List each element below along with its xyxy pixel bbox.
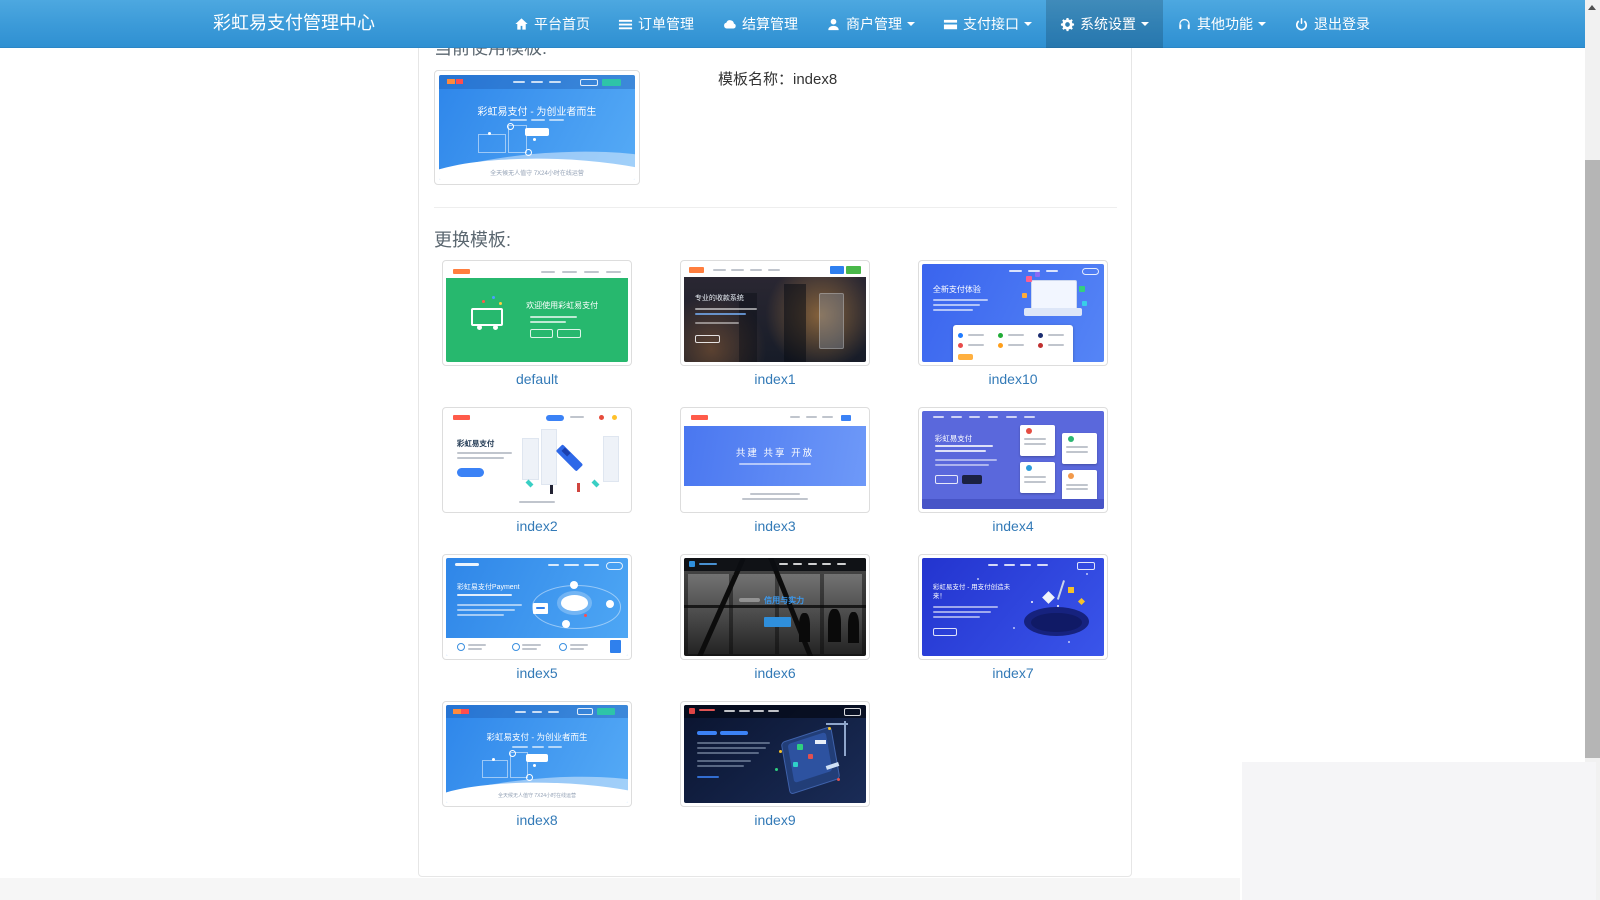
nav-item-payment-api[interactable]: 支付接口	[929, 0, 1046, 48]
template-thumbnail-index8[interactable]: 彩虹易支付 - 为创业者而生 全天候无人值守 7X24小时在线运营	[442, 701, 632, 807]
preview-footer-text: 全天候无人值守 7X24小时在线运营	[439, 168, 635, 177]
template-link-index7[interactable]: index7	[894, 665, 1132, 681]
nav-item-system-settings[interactable]: 系统设置	[1046, 0, 1163, 48]
nav-item-home[interactable]: 平台首页	[500, 0, 604, 48]
nav-item-orders[interactable]: 订单管理	[604, 0, 708, 48]
template-thumbnail-index3[interactable]: 共建 共享 开放	[680, 407, 870, 513]
nav-item-settlement[interactable]: 结算管理	[708, 0, 812, 48]
power-icon	[1294, 17, 1309, 32]
template-preview-index5: 彩虹易支付Payment	[446, 558, 628, 656]
brand-title[interactable]: 彩虹易支付管理中心	[213, 0, 375, 48]
template-preview-index8: 彩虹易支付 - 为创业者而生 全天候无人值守 7X24小时在线运营	[446, 705, 628, 803]
nav-item-logout[interactable]: 退出登录	[1280, 0, 1384, 48]
template-preview-index10: 全新支付体验	[922, 264, 1104, 362]
template-preview-default: 欢迎使用彩虹易支付	[446, 264, 628, 362]
preview-footer-text: 全天候无人值守 7X24小时在线运营	[446, 792, 628, 799]
nav-item-other-functions[interactable]: 其他功能	[1163, 0, 1280, 48]
user-icon	[826, 17, 841, 32]
template-preview-index4: 彩虹易支付	[922, 411, 1104, 509]
template-cell-index2: 彩虹易支付 index2	[418, 403, 656, 550]
scroll-up-arrow-icon[interactable]	[1585, 0, 1600, 16]
gear-icon	[1060, 17, 1075, 32]
credit-card-icon	[943, 17, 958, 32]
preview-title: 彩虹易支付 - 为创业者而生	[439, 103, 635, 118]
list-icon	[618, 17, 633, 32]
template-link-index8[interactable]: index8	[418, 812, 656, 828]
template-preview-index9	[684, 705, 866, 803]
template-cell-index6: 信用与实力 index6	[656, 550, 894, 697]
template-cell-default: 欢迎使用彩虹易支付 default	[418, 256, 656, 403]
change-template-heading: 更换模板:	[434, 226, 511, 252]
top-navbar: 彩虹易支付管理中心 平台首页 订单管理 结算管理 商户管理 支付接口	[0, 0, 1585, 48]
template-cell-index9: index9	[656, 697, 894, 844]
template-link-index6[interactable]: index6	[656, 665, 894, 681]
scrollbar-thumb[interactable]	[1585, 160, 1600, 758]
current-template-thumbnail[interactable]: 彩虹易支付 - 为创业者而生 全天候无人值守 7X24小时在线运营	[434, 70, 640, 185]
preview-title: 专业的收款系统	[695, 293, 744, 303]
preview-title: 信用与实力	[764, 595, 804, 606]
template-preview-index7: 彩虹易支付 - 用支付创造未来！	[922, 558, 1104, 656]
template-cell-index8: 彩虹易支付 - 为创业者而生 全天候无人值守 7X24小时在线运营 index8	[418, 697, 656, 844]
template-link-index2[interactable]: index2	[418, 518, 656, 534]
template-thumbnail-index7[interactable]: 彩虹易支付 - 用支付创造未来！	[918, 554, 1108, 660]
template-thumbnail-index9[interactable]	[680, 701, 870, 807]
template-thumbnail-index1[interactable]: 专业的收款系统	[680, 260, 870, 366]
preview-title: 彩虹易支付 - 为创业者而生	[446, 731, 628, 743]
preview-title: 彩虹易支付	[935, 433, 973, 444]
template-thumbnail-default[interactable]: 欢迎使用彩虹易支付	[442, 260, 632, 366]
template-preview-index6: 信用与实力	[684, 558, 866, 656]
home-icon	[514, 17, 529, 32]
preview-title: 彩虹易支付Payment	[457, 582, 520, 592]
chevron-down-icon	[907, 22, 915, 26]
template-link-index4[interactable]: index4	[894, 518, 1132, 534]
preview-title: 彩虹易支付 - 用支付创造未来！	[933, 583, 1013, 603]
preview-title: 欢迎使用彩虹易支付	[526, 300, 598, 311]
template-cell-index4: 彩虹易支付	[894, 403, 1132, 550]
template-thumbnail-index10[interactable]: 全新支付体验	[918, 260, 1108, 366]
template-preview-current-index8: 彩虹易支付 - 为创业者而生 全天候无人值守 7X24小时在线运营	[439, 75, 635, 180]
headset-icon	[1177, 17, 1192, 32]
chevron-down-icon	[1141, 22, 1149, 26]
preview-title: 共建 共享 开放	[684, 445, 866, 459]
template-thumbnail-index2[interactable]: 彩虹易支付	[442, 407, 632, 513]
main-menu: 平台首页 订单管理 结算管理 商户管理 支付接口 系统	[500, 0, 1384, 48]
bottom-right-gray-overlay	[1242, 762, 1596, 900]
template-cell-index3: 共建 共享 开放 index3	[656, 403, 894, 550]
template-thumbnail-index5[interactable]: 彩虹易支付Payment	[442, 554, 632, 660]
template-link-default[interactable]: default	[418, 371, 656, 387]
template-cell-index1: 专业的收款系统 index1	[656, 256, 894, 403]
cloud-icon	[722, 17, 737, 32]
template-link-index3[interactable]: index3	[656, 518, 894, 534]
chevron-down-icon	[1024, 22, 1032, 26]
template-name-line: 模板名称：index8	[718, 68, 837, 89]
template-preview-index3: 共建 共享 开放	[684, 411, 866, 509]
preview-title: 全新支付体验	[933, 284, 981, 295]
template-thumbnail-index4[interactable]: 彩虹易支付	[918, 407, 1108, 513]
template-preview-index1: 专业的收款系统	[684, 264, 866, 362]
template-cell-index7: 彩虹易支付 - 用支付创造未来！ index7	[894, 550, 1132, 697]
preview-title: 彩虹易支付	[457, 438, 495, 449]
template-link-index1[interactable]: index1	[656, 371, 894, 387]
template-cell-index5: 彩虹易支付Payment	[418, 550, 656, 697]
template-link-index9[interactable]: index9	[656, 812, 894, 828]
template-link-index10[interactable]: index10	[894, 371, 1132, 387]
nav-item-merchants[interactable]: 商户管理	[812, 0, 929, 48]
template-cell-index10: 全新支付体验	[894, 256, 1132, 403]
template-preview-index2: 彩虹易支付	[446, 411, 628, 509]
template-thumbnail-index6[interactable]: 信用与实力	[680, 554, 870, 660]
section-divider	[434, 207, 1117, 208]
chevron-down-icon	[1258, 22, 1266, 26]
template-link-index5[interactable]: index5	[418, 665, 656, 681]
